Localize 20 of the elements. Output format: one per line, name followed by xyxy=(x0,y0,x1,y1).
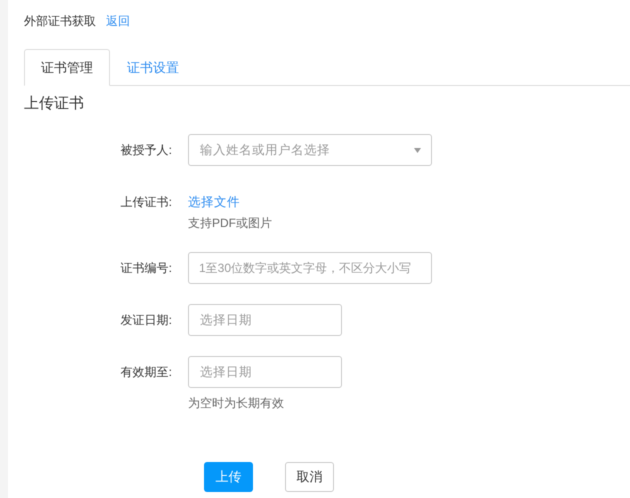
field-label: 有效期至: xyxy=(120,364,173,380)
field-label: 上传证书: xyxy=(120,194,173,210)
cancel-button[interactable]: 取消 xyxy=(285,462,334,492)
field-label: 被授予人: xyxy=(120,142,173,158)
tab[interactable]: 证书设置 xyxy=(110,49,196,86)
hint-text: 为空时为长期有效 xyxy=(188,394,285,412)
date-field[interactable]: 选择日期 xyxy=(188,356,342,388)
select-field[interactable]: 输入姓名或用户名选择 xyxy=(188,134,432,166)
hint-text: 支持PDF或图片 xyxy=(188,214,272,232)
date-field[interactable]: 选择日期 xyxy=(188,304,342,336)
choose-file-link[interactable]: 选择文件 xyxy=(188,192,240,212)
field-label: 发证日期: xyxy=(120,312,173,328)
tab[interactable]: 证书管理 xyxy=(24,49,110,86)
section-title: 上传证书 xyxy=(24,94,85,114)
upload-button[interactable]: 上传 xyxy=(204,462,253,492)
dropdown-caret-icon xyxy=(414,148,421,152)
field-label: 证书编号: xyxy=(120,260,173,276)
back-link[interactable]: 返回 xyxy=(106,12,130,30)
input-field[interactable]: 1至30位数字或英文字母，不区分大小写 xyxy=(188,252,432,284)
page-title: 外部证书获取 xyxy=(24,13,96,30)
